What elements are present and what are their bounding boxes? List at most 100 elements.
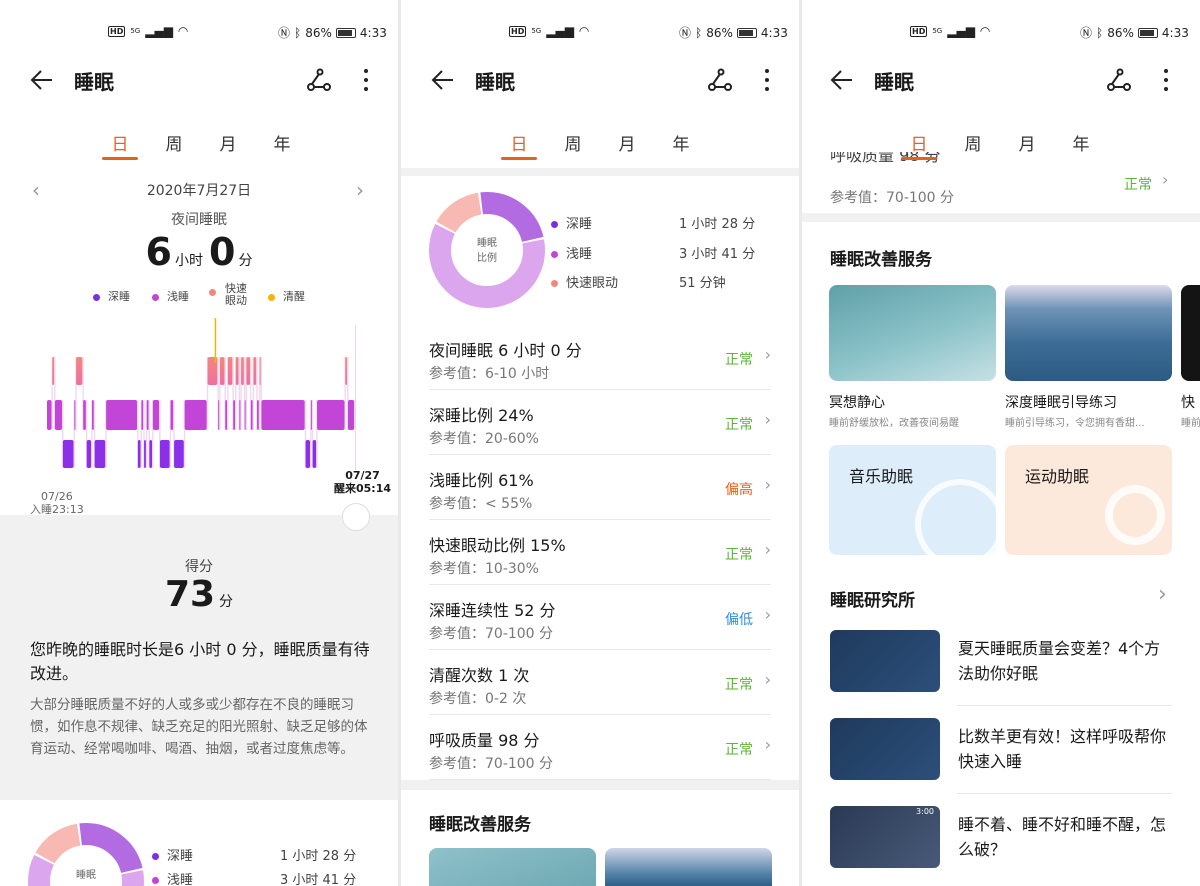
stage-segment-rem	[235, 357, 239, 385]
donut-legend-rem: 快速眼动	[551, 272, 618, 291]
period-tabs: 日 周 月 年	[0, 130, 398, 160]
service-image-meditation[interactable]	[429, 848, 596, 886]
metric-title: 深睡比例 24%	[429, 406, 534, 425]
stage-segment-rem	[52, 357, 55, 385]
metric-row[interactable]: 夜间睡眠 6 小时 0 分参考值：6-10 小时 正常 ›	[429, 325, 771, 390]
card-title: 运动助眠	[1025, 467, 1090, 486]
tab-week[interactable]: 周	[159, 130, 189, 155]
stage-segment-light	[54, 400, 63, 430]
stage-segment-rem	[241, 357, 244, 385]
nfc-icon: Ⓝ	[278, 26, 291, 40]
service-image-more[interactable]	[1181, 285, 1200, 381]
wifi-icon: ◠	[177, 24, 189, 38]
metric-row[interactable]: 深睡连续性 52 分参考值：70-100 分 偏低 ›	[429, 585, 771, 650]
metric-ref: 参考值：10-30%	[429, 561, 539, 577]
donut-value-deep: 1 小时 28 分	[280, 849, 357, 864]
chart-scrubber-handle[interactable]	[342, 503, 370, 531]
more-icon[interactable]	[763, 68, 771, 92]
stage-segment-rem	[345, 357, 348, 385]
article-item[interactable]: 3:00 睡不着、睡不好和睡不醒，怎么破？	[830, 806, 1172, 870]
tab-year[interactable]: 年	[1066, 130, 1096, 155]
tab-month[interactable]: 月	[213, 130, 243, 155]
panel-metrics: HD 5G ▂▄▆ ◠ Ⓝ ᛒ 86% 4:33 睡眠 日 周 月 年 睡眠 比例 深睡 1 …	[401, 0, 799, 886]
donut-center-label: 睡眠 比例	[477, 238, 497, 264]
battery-icon	[736, 27, 757, 38]
metric-status: 正常	[725, 742, 753, 758]
metric-ref: 参考值：0-2 次	[429, 691, 527, 707]
metric-row[interactable]: 深睡比例 24% 参考值：20-60% 正常 ›	[429, 390, 771, 455]
metric-row[interactable]: 呼吸质量 98 分参考值：70-100 分 正常 ›	[429, 715, 771, 780]
chevron-right-icon: ›	[764, 735, 771, 754]
tab-year[interactable]: 年	[666, 130, 696, 155]
status-bar: HD 5G ▂▄▆ ◠ Ⓝ ᛒ 86% 4:33	[108, 24, 387, 40]
article-title: 睡不着、睡不好和睡不醒，怎么破？	[958, 815, 1167, 859]
back-icon[interactable]	[830, 68, 854, 92]
metric-status: 偏低	[725, 612, 753, 628]
tab-day[interactable]: 日	[901, 130, 937, 160]
stage-segment-light	[347, 400, 355, 430]
metric-ref: 参考值：70-100 分	[429, 756, 554, 772]
nfc-icon: Ⓝ	[1080, 26, 1093, 40]
chevron-right-icon: ›	[764, 670, 771, 689]
article-item[interactable]: 比数羊更有效！这样呼吸帮你快速入睡	[830, 718, 1172, 782]
exercise-sleep-card[interactable]: 运动助眠	[1005, 445, 1172, 555]
donut-value-light: 3 小时 41 分	[280, 873, 357, 886]
service-subtitle: 睡前	[1181, 418, 1200, 429]
metric-title: 快速眼动比例 15%	[429, 536, 566, 555]
section-title-services: 睡眠改善服务	[830, 250, 932, 270]
section-title-research: 睡眠研究所	[830, 591, 915, 611]
next-date-button[interactable]: ›	[356, 178, 364, 202]
service-title[interactable]: 快	[1181, 392, 1195, 412]
donut-legend-light: 浅睡	[152, 869, 193, 886]
metric-title: 浅睡比例 61%	[429, 471, 534, 490]
metric-status: 正常	[725, 547, 753, 563]
share-icon[interactable]	[1106, 68, 1132, 92]
tab-month[interactable]: 月	[1012, 130, 1042, 155]
chevron-right-icon: ›	[764, 540, 771, 559]
tab-year[interactable]: 年	[267, 130, 297, 155]
donut-center-label: 睡眠	[76, 870, 96, 881]
music-sleep-card[interactable]: 音乐助眠	[829, 445, 996, 555]
stage-segment-light	[146, 400, 149, 430]
tab-month[interactable]: 月	[612, 130, 642, 155]
chevron-right-icon[interactable]: ›	[1162, 170, 1168, 189]
stage-segment-awake	[214, 318, 217, 363]
metric-status: 正常	[725, 417, 753, 433]
metric-row[interactable]: 浅睡比例 61% 参考值：< 55% 偏高 ›	[429, 455, 771, 520]
back-icon[interactable]	[431, 68, 455, 92]
share-icon[interactable]	[707, 68, 733, 92]
metric-status[interactable]: 正常	[1124, 174, 1152, 194]
metric-ref: 参考值：70-100 分	[830, 190, 955, 206]
page-title: 睡眠	[475, 70, 515, 94]
chevron-right-icon[interactable]: ›	[1158, 582, 1167, 607]
bluetooth-icon: ᛒ	[695, 25, 703, 40]
metric-row[interactable]: 快速眼动比例 15% 参考值：10-30% 正常 ›	[429, 520, 771, 585]
metric-row[interactable]: 清醒次数 1 次参考值：0-2 次 正常 ›	[429, 650, 771, 715]
stage-segment-light	[106, 400, 138, 430]
card-title: 音乐助眠	[849, 467, 914, 486]
tab-day[interactable]: 日	[501, 130, 537, 160]
service-image-deep-sleep[interactable]	[605, 848, 772, 886]
metric-status: 正常	[725, 352, 753, 368]
back-icon[interactable]	[30, 68, 54, 92]
tab-week[interactable]: 周	[558, 130, 588, 155]
service-title[interactable]: 冥想静心	[829, 392, 885, 412]
stage-segment-light	[261, 400, 305, 430]
divider	[957, 793, 1172, 794]
service-title[interactable]: 深度睡眠引导练习	[1005, 392, 1117, 412]
more-icon[interactable]	[362, 68, 370, 92]
score-label: 得分	[185, 559, 213, 575]
tab-day[interactable]: 日	[102, 130, 138, 160]
stage-segment-light	[83, 400, 86, 430]
panel-services: 呼吸质量 98 分 参考值：70-100 分 正常 › HD 5G ▂▄▆ ◠ Ⓝ ᛒ 8…	[802, 0, 1200, 886]
service-image-meditation[interactable]	[829, 285, 996, 381]
score-detail: 大部分睡眠质量不好的人或多或少都存在不良的睡眠习惯，如作息不规律、缺乏充足的阳光…	[30, 697, 368, 757]
more-icon[interactable]	[1162, 68, 1170, 92]
share-icon[interactable]	[306, 68, 332, 92]
tab-week[interactable]: 周	[958, 130, 988, 155]
stage-segment-light	[317, 400, 345, 430]
legend-rem: 快速眼动	[209, 283, 259, 307]
sleep-duration: 6 小时 0 分	[145, 230, 253, 274]
article-item[interactable]: 夏天睡眠质量会变差？4个方法助你好眠	[830, 630, 1172, 694]
service-image-deep-sleep[interactable]	[1005, 285, 1172, 381]
